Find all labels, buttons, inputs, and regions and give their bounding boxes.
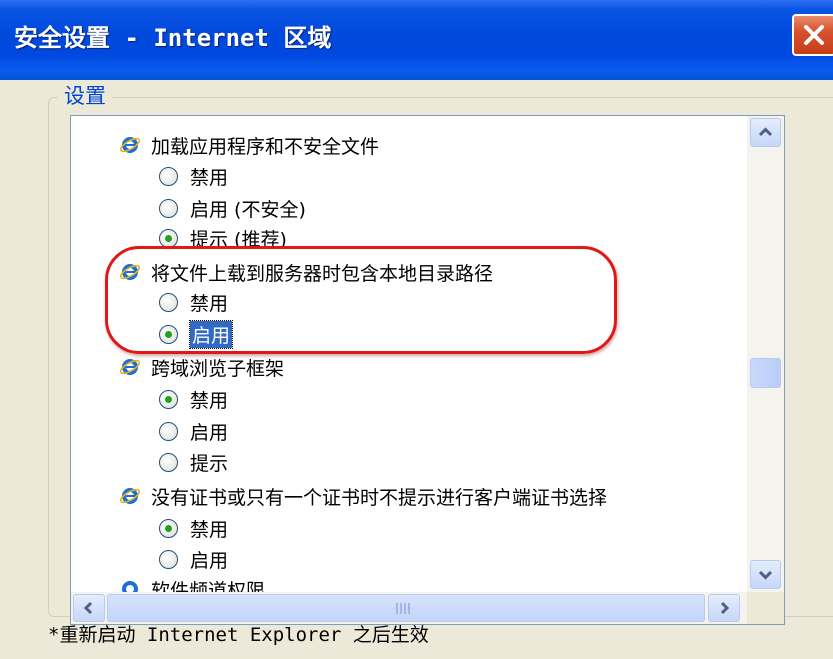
- radio-label: 启用: [190, 421, 229, 444]
- settings-group-label: 设置: [58, 80, 112, 110]
- radio-button-selected[interactable]: [159, 518, 178, 538]
- close-button[interactable]: [792, 14, 833, 56]
- radio-option[interactable]: 启用: [159, 416, 228, 446]
- annotation-highlight: [105, 246, 617, 354]
- window-title: 安全设置 - Internet 区域: [14, 24, 332, 52]
- radio-button-selected[interactable]: [159, 389, 178, 409]
- internet-explorer-icon: [122, 581, 138, 592]
- radio-button[interactable]: [159, 198, 178, 218]
- scroll-left-button[interactable]: [73, 594, 105, 622]
- radio-button-selected[interactable]: [159, 228, 178, 248]
- setting-header: 加载应用程序和不安全文件: [119, 130, 379, 160]
- restart-note: *重新启动 Internet Explorer 之后生效: [48, 624, 429, 646]
- chevron-up-icon: [758, 127, 773, 137]
- radio-label: 禁用: [190, 166, 229, 189]
- setting-title: 跨域浏览子框架: [151, 357, 285, 380]
- chevron-left-icon: [83, 601, 93, 615]
- horizontal-scroll-thumb[interactable]: [107, 594, 705, 622]
- radio-option[interactable]: 提示: [159, 447, 228, 477]
- chevron-right-icon: [720, 601, 730, 615]
- radio-label: 禁用: [190, 389, 229, 412]
- radio-button[interactable]: [159, 452, 178, 472]
- setting-title: 加载应用程序和不安全文件: [151, 135, 380, 158]
- scrollbar-corner: [747, 592, 784, 624]
- radio-button[interactable]: [159, 166, 178, 186]
- internet-explorer-icon: [119, 359, 141, 375]
- internet-explorer-icon: [119, 137, 141, 153]
- vertical-scrollbar[interactable]: [747, 116, 784, 592]
- scroll-up-button[interactable]: [750, 118, 781, 147]
- radio-option[interactable]: 禁用: [159, 513, 228, 543]
- scroll-down-button[interactable]: [750, 560, 781, 589]
- chevron-down-icon: [758, 570, 773, 580]
- radio-label: 禁用: [190, 518, 229, 541]
- setting-header: 没有证书或只有一个证书时不提示进行客户端证书选择: [119, 481, 607, 511]
- radio-button[interactable]: [159, 421, 178, 441]
- settings-list-viewport: 加载应用程序和不安全文件 禁用 启用 (不安全) 提示 (推荐) 将文件上载到服…: [71, 116, 747, 592]
- internet-explorer-icon: [119, 488, 141, 504]
- radio-label: 启用 (不安全): [190, 198, 306, 221]
- setting-header-partial: 软件频道权限: [119, 574, 265, 592]
- radio-label: 提示: [190, 452, 229, 475]
- radio-option[interactable]: 禁用: [159, 161, 228, 191]
- grip-icon: [396, 603, 412, 614]
- scroll-right-button[interactable]: [708, 594, 740, 622]
- setting-title: 软件频道权限: [151, 579, 266, 593]
- settings-list[interactable]: 加载应用程序和不安全文件 禁用 启用 (不安全) 提示 (推荐) 将文件上载到服…: [70, 115, 785, 625]
- radio-option[interactable]: 启用: [159, 544, 228, 574]
- radio-button[interactable]: [159, 549, 178, 569]
- radio-option[interactable]: 启用 (不安全): [159, 193, 306, 223]
- close-icon: [804, 25, 824, 45]
- setting-title: 没有证书或只有一个证书时不提示进行客户端证书选择: [151, 486, 608, 509]
- title-bar: 安全设置 - Internet 区域: [0, 0, 833, 80]
- radio-label: 启用: [190, 549, 229, 572]
- vertical-scroll-thumb[interactable]: [750, 358, 781, 388]
- setting-header: 跨域浏览子框架: [119, 352, 284, 382]
- radio-option[interactable]: 禁用: [159, 384, 228, 414]
